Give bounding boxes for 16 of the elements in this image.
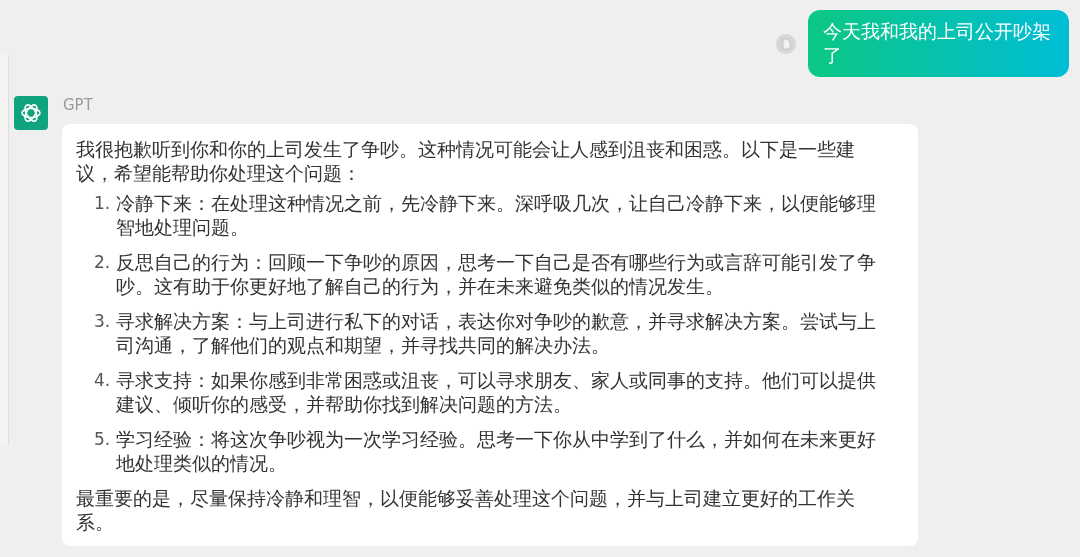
- list-item-text: 反思自己的行为：回顾一下争吵的原因，思考一下自己是否有哪些行为或言辞可能引发了争吵。这有助于你更好地了解自己的行为，并在未来避免类似的情况发生。: [116, 250, 877, 298]
- list-item-text: 寻求支持：如果你感到非常困惑或沮丧，可以寻求朋友、家人或同事的支持。他们可以提供建议、倾听你的感受，并帮助你找到解决问题的方法。: [116, 368, 877, 416]
- document-icon: [776, 33, 796, 54]
- openai-logo-icon: [14, 96, 48, 130]
- user-message: 今天我和我的上司公开吵架了: [808, 10, 1069, 77]
- list-item-text: 冷静下来：在处理这种情况之前，先冷静下来。深呼吸几次，让自己冷静下来，以便能够理智地处理问题。: [116, 191, 877, 239]
- sender-name: GPT: [63, 96, 93, 114]
- message-paragraph: 最重要的是，尽量保持冷静和理智，以便能够妥善处理这个问题，并与上司建立更好的工作关系。: [76, 486, 856, 534]
- list-number: 1.: [94, 192, 112, 215]
- list-number: 4.: [94, 369, 112, 392]
- list-number: 5.: [94, 428, 112, 451]
- list-number: 3.: [94, 310, 112, 333]
- list-number: 2.: [94, 251, 112, 274]
- list-item-text: 寻求解决方案：与上司进行私下的对话，表达你对争吵的歉意，并寻求解决方案。尝试与上司沟通，了解他们的观点和期望，并寻找共同的解决办法。: [116, 309, 877, 357]
- message-paragraph: 我很抱歉听到你和你的上司发生了争吵。这种情况可能会让人感到沮丧和困惑。以下是一些建议，希望能帮助你处理这个问题：: [76, 137, 856, 185]
- list-item-text: 学习经验：将这次争吵视为一次学习经验。思考一下你从中学到了什么，并如何在未来更好地处理类似的情况。: [116, 427, 877, 475]
